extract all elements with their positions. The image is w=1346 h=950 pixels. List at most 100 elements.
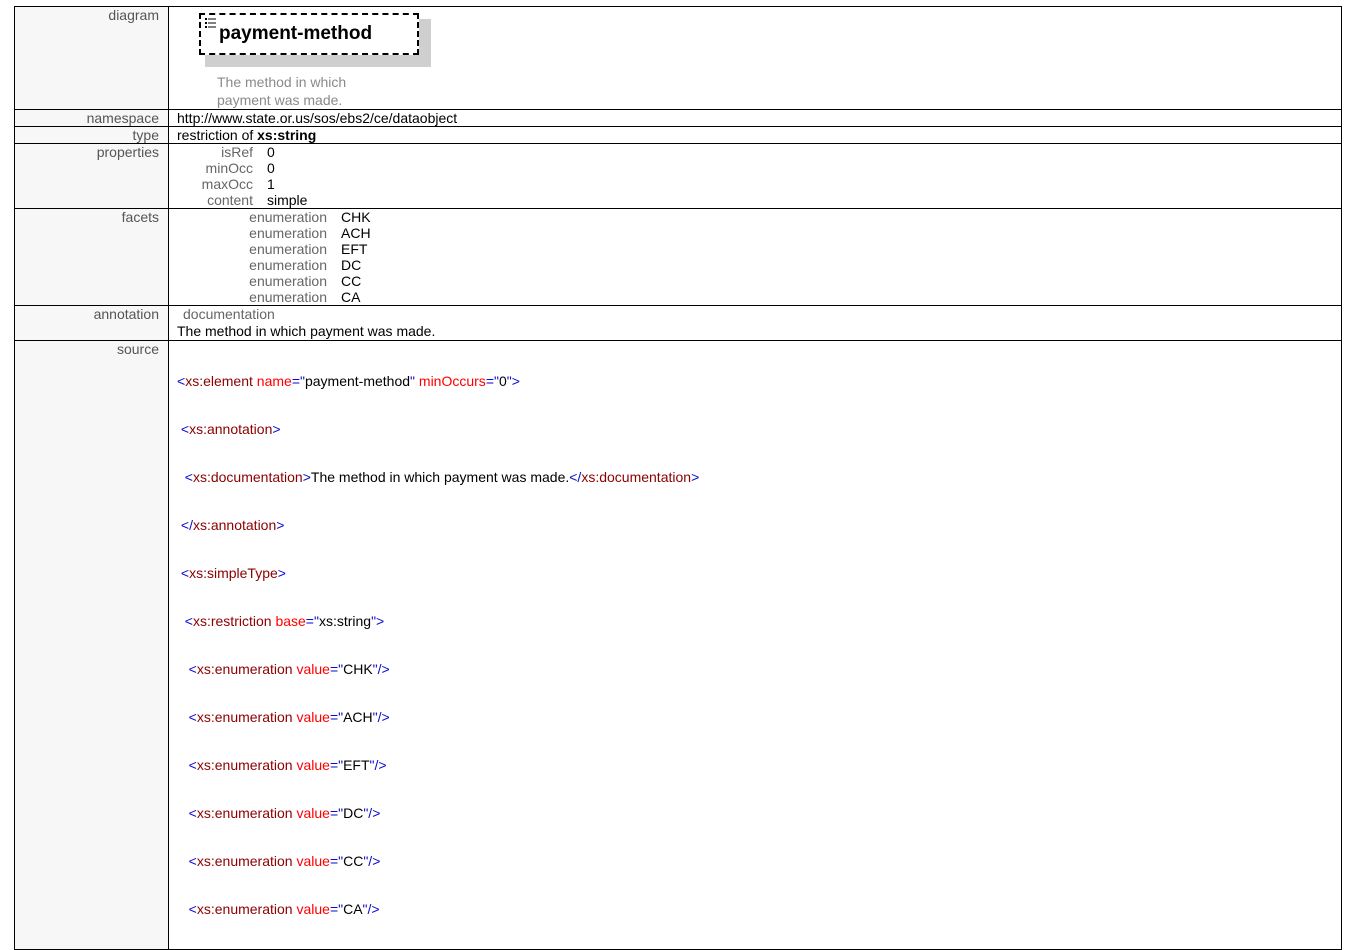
annotation-label: annotation: [14, 305, 169, 341]
code-token: <: [184, 469, 193, 485]
code-token: >: [276, 517, 285, 533]
facet-value: DC: [341, 257, 362, 273]
diagram-label: diagram: [14, 6, 169, 110]
code-token: =": [329, 709, 344, 725]
type-label: type: [14, 126, 169, 144]
element-name: payment-method: [219, 23, 373, 44]
property-row: isRef 0: [177, 144, 1341, 160]
code-token: =": [329, 901, 344, 917]
annotation-text: The method in which payment was made.: [177, 323, 436, 339]
property-row: maxOcc 1: [177, 176, 1341, 192]
diagram-row: diagram payment-method The method in whi…: [14, 6, 1342, 110]
facets-row: facets enumeration CHK enumeration ACH enu…: [14, 208, 1342, 306]
code-token: <: [180, 421, 190, 437]
code-line: <xs:annotation>: [177, 421, 1341, 437]
code-token: >: [272, 421, 281, 437]
property-key: isRef: [221, 144, 253, 160]
property-value: 0: [267, 144, 275, 160]
property-key: maxOcc: [201, 176, 253, 192]
facets-label: facets: [14, 208, 169, 306]
code-token: <: [188, 757, 197, 773]
code-token: value: [296, 853, 330, 869]
element-node[interactable]: payment-method: [199, 13, 419, 55]
namespace-value: http://www.state.or.us/sos/ebs2/ce/datao…: [168, 109, 1342, 127]
code-token: value: [296, 805, 330, 821]
code-token: <: [188, 901, 197, 917]
code-line: <xs:simpleType>: [177, 565, 1341, 581]
code-line: <xs:enumeration value="DC"/>: [177, 805, 1341, 821]
facet-value: EFT: [341, 241, 368, 257]
code-token: "/>: [372, 661, 390, 677]
annotation-kind: documentation: [183, 306, 275, 322]
code-token: xs:restriction: [192, 613, 272, 629]
code-token: <: [188, 805, 197, 821]
facet-value: CA: [341, 289, 361, 305]
code-token: =": [485, 373, 499, 389]
property-key: minOcc: [205, 160, 253, 176]
properties-list: isRef 0 minOcc 0 maxOcc 1 content simple: [168, 143, 1342, 209]
code-token: >: [302, 469, 311, 485]
code-token: =": [305, 613, 319, 629]
code-token: value: [296, 757, 330, 773]
code-token: base: [275, 613, 306, 629]
facet-row: enumeration EFT: [177, 241, 1341, 257]
facet-value: ACH: [341, 225, 371, 241]
code-line: <xs:documentation>The method in which pa…: [177, 469, 1341, 485]
code-token: </: [569, 469, 582, 485]
code-token: >: [277, 565, 286, 581]
code-token: CHK: [343, 661, 373, 677]
code-token: "/>: [362, 901, 380, 917]
code-line: <xs:restriction base="xs:string">: [177, 613, 1341, 629]
code-token: "/>: [363, 805, 381, 821]
facet-row: enumeration CHK: [177, 209, 1341, 225]
source-row: source <xs:element name="payment-method"…: [14, 340, 1342, 950]
code-token: <: [180, 565, 190, 581]
facet-key: enumeration: [249, 289, 327, 305]
annotation-row: annotation documentation The method in w…: [14, 305, 1342, 341]
code-line: <xs:enumeration value="CHK"/>: [177, 661, 1341, 677]
type-base[interactable]: xs:string: [257, 127, 316, 143]
facet-row: enumeration DC: [177, 257, 1341, 273]
properties-label: properties: [14, 143, 169, 209]
code-token: <: [184, 613, 193, 629]
facet-key: enumeration: [249, 241, 327, 257]
code-token: The method in which payment was made.: [310, 469, 570, 485]
code-token: <: [188, 853, 197, 869]
facet-value: CC: [341, 273, 362, 289]
code-token: EFT: [343, 757, 370, 773]
code-token: =": [329, 661, 344, 677]
properties-row: properties isRef 0 minOcc 0 maxOcc 1 conten…: [14, 143, 1342, 209]
code-token: >: [691, 469, 700, 485]
property-value: 0: [267, 160, 275, 176]
code-token: =": [329, 853, 344, 869]
code-token: value: [296, 661, 330, 677]
code-line: <xs:element name="payment-method" minOcc…: [177, 373, 1341, 389]
element-box[interactable]: payment-method: [199, 13, 431, 67]
code-token: DC: [343, 805, 364, 821]
property-row: minOcc 0: [177, 160, 1341, 176]
list-icon: [205, 18, 216, 28]
code-token: CC: [343, 853, 364, 869]
facet-key: enumeration: [249, 257, 327, 273]
code-token: <: [177, 373, 186, 389]
code-token: xs:annotation: [189, 421, 273, 437]
code-token: 0: [498, 373, 507, 389]
document-page: diagram payment-method The method in whi…: [0, 0, 1346, 950]
code-token: "/>: [372, 709, 390, 725]
code-token: xs:element: [185, 373, 253, 389]
code-token: ">: [371, 613, 385, 629]
facet-key: enumeration: [249, 209, 327, 225]
code-token: =": [291, 373, 305, 389]
source-code: <xs:element name="payment-method" minOcc…: [168, 340, 1342, 950]
code-token: minOccurs: [418, 373, 486, 389]
code-token: xs:enumeration: [196, 805, 293, 821]
facet-row: enumeration ACH: [177, 225, 1341, 241]
code-token: =": [329, 757, 344, 773]
